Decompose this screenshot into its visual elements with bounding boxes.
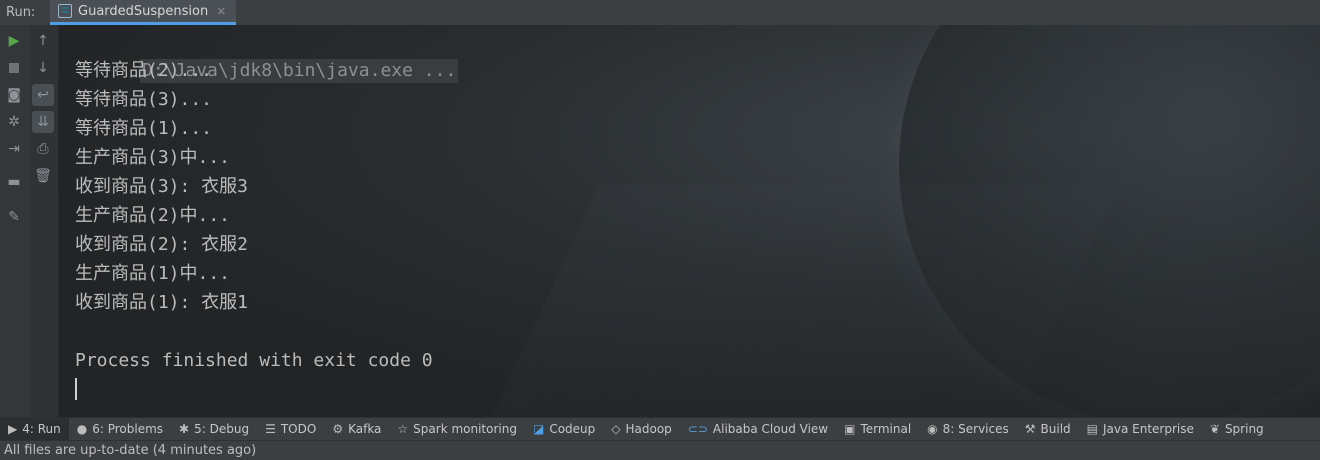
print-button[interactable]: ⎙ xyxy=(32,138,54,160)
console-line: 收到商品(2): 衣服2 xyxy=(75,234,249,255)
toolwindow-terminal[interactable]: ▣ Terminal xyxy=(836,418,919,440)
toolwindow-label: Alibaba Cloud View xyxy=(712,422,829,436)
console-line: 等待商品(1)... xyxy=(75,118,213,139)
scroll-up-button[interactable]: ↑ xyxy=(32,30,54,52)
toolwindow-services[interactable]: ◉ 8: Services xyxy=(919,418,1017,440)
terminal-icon: ▣ xyxy=(844,422,856,436)
spring-icon: ❦ xyxy=(1209,422,1220,436)
toolwindow-label: 5: Debug xyxy=(194,422,250,436)
camera-icon: ◙ xyxy=(7,87,21,103)
layout-icon: ▬ xyxy=(7,174,21,190)
console-output[interactable]: D:\Java\jdk8\bin\java.exe ... 等待商品(2)...… xyxy=(59,25,1320,417)
toolwindow-label: Kafka xyxy=(348,422,382,436)
bug-icon: ✲ xyxy=(8,114,20,130)
alibaba-cloud-icon: ⊂⊃ xyxy=(687,422,708,436)
problems-icon: ● xyxy=(76,422,88,436)
play-icon: ▶ xyxy=(8,33,20,49)
rerun-button[interactable]: ▶ xyxy=(3,30,25,52)
clear-all-button[interactable]: 🗑 xyxy=(32,165,54,187)
close-icon[interactable]: × xyxy=(216,4,226,18)
run-icon: ▶ xyxy=(8,422,18,436)
hadoop-icon: ◇ xyxy=(611,422,621,436)
console-lines: D:\Java\jdk8\bin\java.exe ... 等待商品(2)...… xyxy=(75,27,459,400)
printer-icon: ⎙ xyxy=(37,141,49,157)
application-config-icon xyxy=(58,4,72,18)
console-line: 生产商品(2)中... xyxy=(75,205,231,226)
toolwindow-build[interactable]: ⚒ Build xyxy=(1017,418,1079,440)
soft-wrap-icon: ↩ xyxy=(37,87,49,103)
console-line: 收到商品(3): 衣服3 xyxy=(75,176,249,197)
exit-button[interactable]: ⇥ xyxy=(3,138,25,160)
dump-threads-button[interactable]: ◙ xyxy=(3,84,25,106)
scroll-down-button[interactable]: ↓ xyxy=(32,57,54,79)
tab-title: GuardedSuspension xyxy=(78,3,209,19)
debug-icon: ✱ xyxy=(179,422,190,436)
toolwindow-label: Java Enterprise xyxy=(1102,422,1194,436)
pin-tab-button[interactable]: ✎ xyxy=(3,206,25,228)
toolwindow-label: Hadoop xyxy=(625,422,672,436)
console-command-line: D:\Java\jdk8\bin\java.exe ... xyxy=(75,27,459,83)
scroll-to-end-button[interactable]: ⇊ xyxy=(32,111,54,133)
debug-button[interactable]: ✲ xyxy=(3,111,25,133)
todo-icon: ☰ xyxy=(265,422,276,436)
trash-icon: 🗑 xyxy=(34,168,52,184)
layout-button[interactable]: ▬ xyxy=(3,171,25,193)
run-actions-rail: ▶ ◙ ✲ ⇥ ▬ ✎ xyxy=(0,25,30,417)
arrow-down-icon: ↓ xyxy=(37,60,49,76)
toolwindow-spring[interactable]: ❦ Spring xyxy=(1202,418,1272,440)
toolwindow-problems[interactable]: ● 6: Problems xyxy=(69,418,171,440)
toolwindow-codeup[interactable]: ◪ Codeup xyxy=(525,418,603,440)
services-icon: ◉ xyxy=(927,422,938,436)
stop-button[interactable] xyxy=(3,57,25,79)
toolwindow-label: Spark monitoring xyxy=(413,422,517,436)
toolwindow-label: 8: Services xyxy=(942,422,1009,436)
toolwindow-label: Spring xyxy=(1224,422,1264,436)
toolwindow-label: TODO xyxy=(280,422,317,436)
spark-icon: ☆ xyxy=(397,422,409,436)
toolwindow-java-enterprise[interactable]: ▤ Java Enterprise xyxy=(1079,418,1202,440)
toolwindow-run[interactable]: ▶ 4: Run xyxy=(0,418,69,440)
soft-wrap-button[interactable]: ↩ xyxy=(32,84,54,106)
toolwindow-label: Build xyxy=(1040,422,1071,436)
toolwindow-spark-monitoring[interactable]: ☆ Spark monitoring xyxy=(389,418,525,440)
toolwindow-kafka[interactable]: ⚙ Kafka xyxy=(324,418,389,440)
toolwindow-alibaba-cloud-view[interactable]: ⊂⊃ Alibaba Cloud View xyxy=(680,418,836,440)
toolwindow-label: Codeup xyxy=(549,422,596,436)
pin-icon: ✎ xyxy=(8,209,20,225)
console-line: 等待商品(3)... xyxy=(75,89,213,110)
console-line: 生产商品(1)中... xyxy=(75,263,231,284)
toolwindow-hadoop[interactable]: ◇ Hadoop xyxy=(603,418,680,440)
exit-icon: ⇥ xyxy=(8,141,20,157)
toolwindow-label: 4: Run xyxy=(22,422,61,436)
background-ridge xyxy=(478,185,1120,417)
status-text[interactable]: All files are up-to-date (4 minutes ago) xyxy=(4,443,256,458)
toolwindow-label: 6: Problems xyxy=(92,422,164,436)
toolwindow-todo[interactable]: ☰ TODO xyxy=(257,418,324,440)
toolwindow-label: Terminal xyxy=(860,422,912,436)
exit-message: Process finished with exit code 0 xyxy=(75,350,433,371)
kafka-icon: ⚙ xyxy=(332,422,344,436)
scroll-to-end-icon: ⇊ xyxy=(37,114,49,130)
arrow-up-icon: ↑ xyxy=(37,33,49,49)
java-enterprise-icon: ▤ xyxy=(1086,422,1098,436)
tool-window-bar: ▶ 4: Run ● 6: Problems ✱ 5: Debug ☰ TODO… xyxy=(0,417,1320,440)
codeup-icon: ◪ xyxy=(532,422,545,436)
status-bar: All files are up-to-date (4 minutes ago) xyxy=(0,440,1320,460)
run-label: Run: xyxy=(6,5,36,20)
console-actions-rail: ↑ ↓ ↩ ⇊ ⎙ 🗑 xyxy=(29,25,59,417)
console-line: 生产商品(3)中... xyxy=(75,147,231,168)
tab-guardedsuspension[interactable]: GuardedSuspension × xyxy=(50,0,237,25)
console-line: 收到商品(1): 衣服1 xyxy=(75,292,249,313)
text-caret xyxy=(75,378,77,400)
build-icon: ⚒ xyxy=(1024,422,1036,436)
toolwindow-debug[interactable]: ✱ 5: Debug xyxy=(171,418,257,440)
stop-icon xyxy=(9,63,19,73)
run-toolwindow-header: Run: GuardedSuspension × xyxy=(0,0,1320,25)
